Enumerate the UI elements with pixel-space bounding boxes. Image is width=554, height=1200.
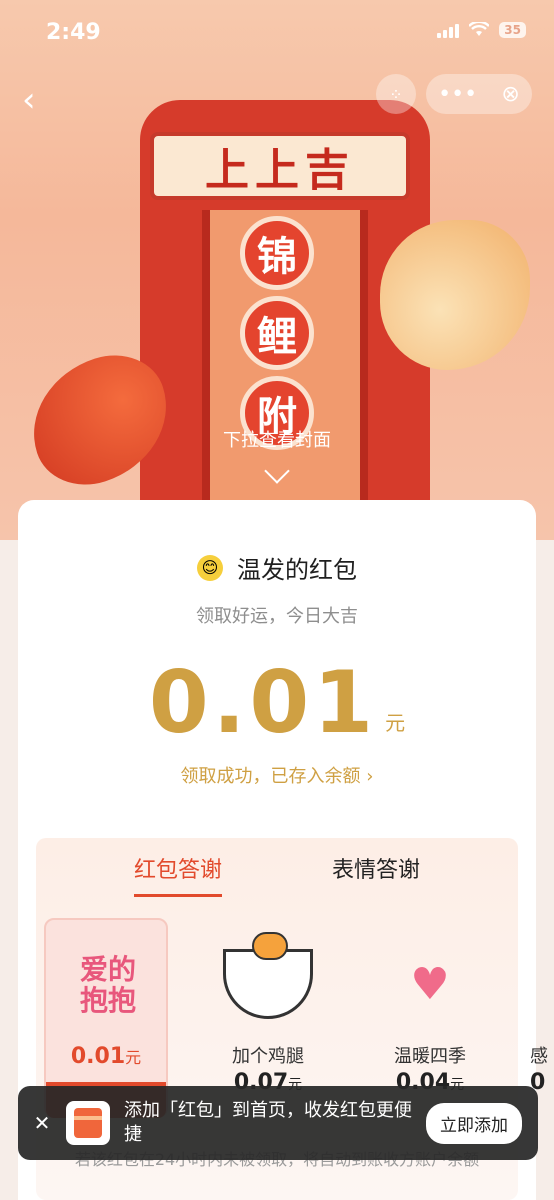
- amount-unit: 元: [385, 711, 406, 735]
- sticker-label: 温暖四季: [394, 1046, 466, 1067]
- amount-value: 0.01: [148, 653, 378, 753]
- wifi-icon: [469, 22, 490, 36]
- status-time: 2:49: [46, 20, 101, 45]
- vertical-char-1: 锦: [240, 216, 314, 290]
- stored-to-balance-link[interactable]: 领取成功，已存入余额 ›: [18, 762, 536, 788]
- back-icon[interactable]: ‹: [22, 80, 36, 120]
- sticker-label: 感: [530, 1046, 548, 1067]
- wish-text: 领取好运，今日大吉: [196, 606, 358, 627]
- amount-row: 0.01 元: [18, 660, 536, 746]
- koi-fish-gold: [380, 220, 530, 370]
- close-circle-icon[interactable]: ⊗: [501, 82, 519, 107]
- rice-bowl-icon: [220, 932, 316, 1030]
- battery-icon: 35: [499, 22, 526, 38]
- thanks-tabs: 红包答谢 表情答谢: [36, 852, 518, 897]
- red-packet-icon: [66, 1101, 110, 1145]
- scroll-title: 上上吉: [150, 132, 410, 200]
- cover-illustration[interactable]: 上上吉 锦 鲤 附 下拉查看封面 2:49 35 ‹ ⁘ ••• ⊗: [0, 0, 554, 540]
- signal-icon: [437, 22, 460, 38]
- sender-row: 😊 温发的红包: [18, 550, 536, 585]
- more-icon[interactable]: •••: [438, 82, 477, 107]
- pull-down-hint: 下拉查看封面: [223, 430, 331, 451]
- tab-sticker-thanks[interactable]: 表情答谢: [332, 852, 420, 897]
- hug-sticker-art: 爱的 抱抱: [79, 953, 136, 1017]
- vertical-char-2: 鲤: [240, 296, 314, 370]
- heart-hands-icon: ♥: [410, 958, 450, 1010]
- status-bar: 2:49 35: [0, 0, 554, 64]
- add-to-home-toast: ✕ 添加「红包」到首页，收发红包更便捷 立即添加: [18, 1086, 538, 1160]
- miniapp-capsule: ••• ⊗: [426, 74, 532, 114]
- toast-text: 添加「红包」到首页，收发红包更便捷: [124, 1099, 412, 1145]
- sticker-label: 加个鸡腿: [232, 1046, 304, 1067]
- tab-red-packet-thanks[interactable]: 红包答谢: [133, 852, 222, 897]
- sticker-price: 0.01元: [70, 1044, 142, 1069]
- scan-icon[interactable]: ⁘: [376, 74, 416, 114]
- sender-name: 温发的红包: [237, 556, 357, 584]
- close-icon[interactable]: ✕: [18, 1111, 66, 1135]
- sender-avatar: 😊: [197, 554, 223, 581]
- add-now-button[interactable]: 立即添加: [426, 1102, 522, 1144]
